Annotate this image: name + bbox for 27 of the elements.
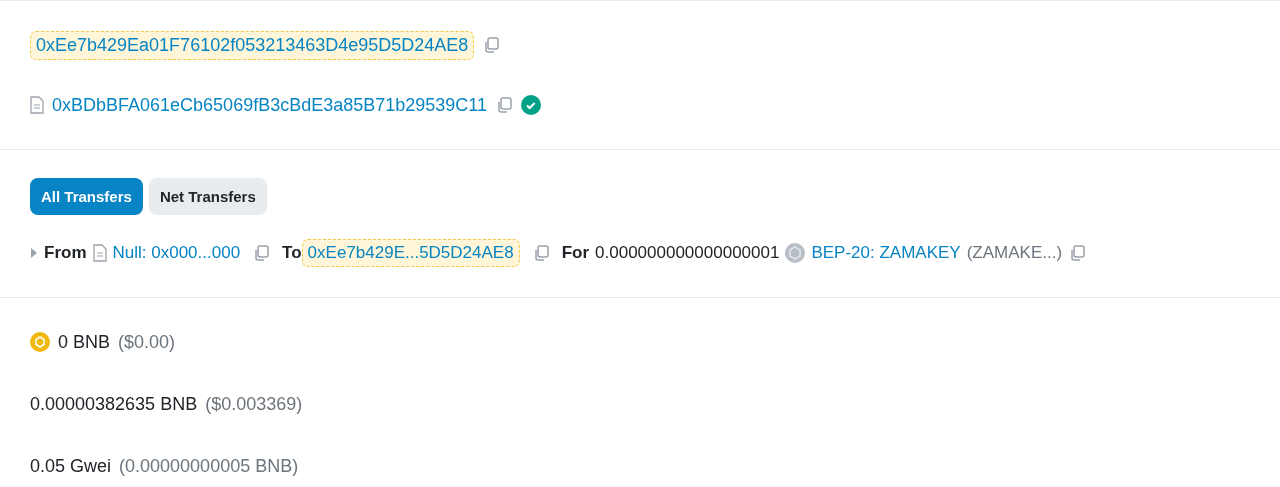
value-usd: ($0.00)	[118, 331, 176, 353]
caret-icon[interactable]	[30, 248, 38, 258]
contract-link[interactable]: 0xBDbBFA061eCb65069fB3cBdE3a85B71b29539C11	[52, 91, 487, 119]
fee-usd: ($0.003369)	[205, 393, 303, 415]
from-label: From	[44, 243, 87, 263]
tab[interactable]: All Transfers	[30, 178, 143, 215]
gas-price: 0.05 Gwei	[30, 455, 112, 477]
copy-icon[interactable]	[252, 244, 271, 262]
coin-icon	[30, 332, 50, 352]
fee-amount: 0.00000382635 BNB	[30, 393, 198, 415]
from-link[interactable]: Null: 0x000...000	[112, 240, 241, 266]
token-icon	[785, 243, 806, 263]
token-amount: 0.000000000000000001	[595, 243, 780, 263]
value-amount: 0 BNB	[58, 331, 111, 353]
token-symbol: (ZAMAKE...)	[966, 243, 1063, 263]
to-label: To	[282, 243, 302, 263]
copy-icon[interactable]	[482, 36, 501, 54]
copy-icon[interactable]	[1068, 244, 1087, 262]
copy-icon[interactable]	[495, 96, 513, 114]
document-icon	[92, 244, 107, 262]
address-link[interactable]: 0xEe7b429Ea01F76102f053213463D4e95D5D24AE8	[30, 30, 475, 60]
tab[interactable]: Net Transfers	[148, 178, 267, 215]
token-link[interactable]: BEP-20: ZAMAKEY	[811, 240, 961, 266]
to-link[interactable]: 0xEe7b429E...5D5D24AE8	[301, 239, 520, 267]
for-label: For	[561, 243, 590, 263]
gas-price-bnb: (0.00000000005 BNB)	[119, 455, 299, 477]
document-icon	[30, 96, 44, 114]
